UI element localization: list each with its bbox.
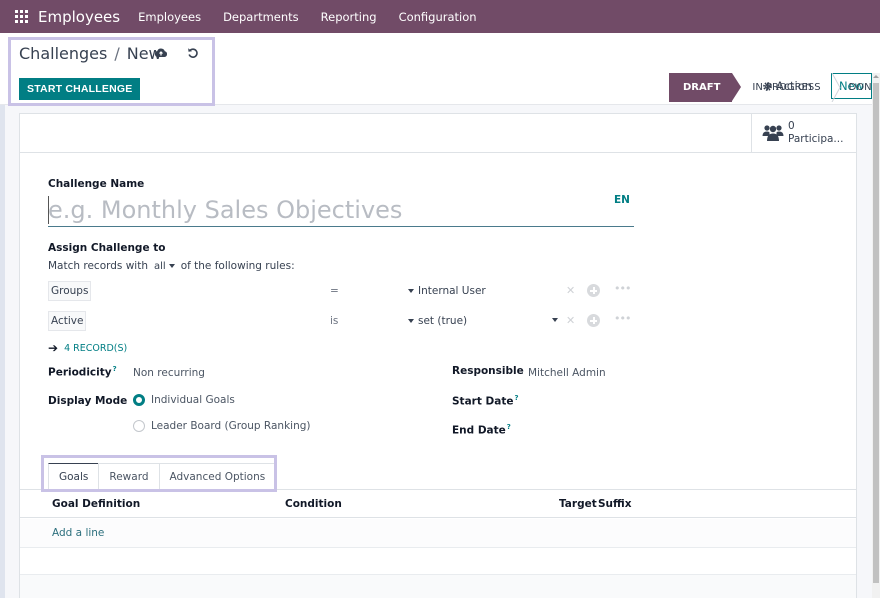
vertical-scrollbar[interactable] [872, 73, 880, 598]
radio-unchecked-icon [133, 420, 145, 432]
column-goal-definition[interactable]: Goal Definition [52, 498, 140, 510]
column-target[interactable]: Target [559, 498, 597, 510]
rule-operator[interactable]: = [330, 285, 339, 297]
rule-value[interactable]: Internal User [408, 285, 486, 297]
challenge-name-input[interactable] [48, 194, 634, 227]
tab-reward[interactable]: Reward [98, 463, 160, 490]
language-button[interactable]: EN [614, 194, 630, 206]
list-row-add: Add a line [20, 519, 856, 548]
caret-down-icon [408, 319, 414, 323]
breadcrumb-challenges[interactable]: Challenges [19, 44, 107, 63]
scrollbar-thumb[interactable] [873, 83, 879, 583]
help-tooltip-icon[interactable]: ? [507, 423, 511, 431]
add-rule-icon[interactable] [587, 284, 600, 297]
page-left-edge [0, 105, 5, 598]
list-row-empty [20, 575, 856, 598]
caret-down-icon [408, 289, 414, 293]
radio-individual-goals[interactable]: Individual Goals [133, 394, 235, 406]
delete-rule-icon[interactable]: ✕ [566, 284, 575, 297]
column-condition[interactable]: Condition [285, 498, 342, 510]
radio-label: Individual Goals [151, 394, 235, 406]
rule-path-field[interactable]: Active [48, 311, 87, 331]
responsible-field[interactable]: Mitchell Admin [528, 367, 606, 379]
records-count-link[interactable]: ➔ 4 RECORD(S) [48, 341, 127, 355]
arrow-right-icon: ➔ [48, 341, 59, 355]
breadcrumb: Challenges / New [19, 44, 162, 63]
end-date-field[interactable] [528, 423, 648, 439]
match-all-select[interactable]: all [154, 261, 175, 272]
start-challenge-button[interactable]: START CHALLENGE [19, 78, 141, 100]
rule-value-text: Internal User [418, 285, 486, 297]
match-prefix: Match records with [48, 260, 149, 272]
responsible-label: Responsible [452, 365, 524, 377]
end-date-label-text: End Date [452, 424, 506, 437]
top-navbar: Employees Employees Departments Reportin… [0, 0, 880, 33]
periodicity-select[interactable]: Non recurring [133, 367, 205, 379]
domain-rule-row: Groups = Internal User ✕ ••• [48, 281, 634, 301]
tab-goals[interactable]: Goals [48, 463, 100, 490]
notebook-tabs: Goals Reward Advanced Options [48, 463, 277, 490]
match-value: all [154, 260, 166, 272]
text-caret [48, 196, 49, 224]
domain-match-line: Match records with all of the following … [48, 260, 295, 272]
start-date-label-text: Start Date [452, 395, 514, 408]
column-suffix[interactable]: Suffix [598, 498, 632, 510]
add-rule-icon[interactable] [587, 314, 600, 327]
challenge-name-label: Challenge Name [48, 178, 145, 190]
match-suffix: of the following rules: [180, 260, 295, 272]
stage-in-progress[interactable]: IN PROGRESS [732, 73, 830, 102]
discard-undo-icon[interactable] [186, 46, 200, 60]
participants-label: Participa... [788, 133, 844, 145]
app-brand[interactable]: Employees [38, 8, 120, 26]
records-count-text: 4 RECORD(S) [64, 342, 128, 354]
domain-rule-row: Active is set (true) ✕ ••• [48, 311, 634, 331]
delete-rule-icon[interactable]: ✕ [566, 314, 575, 327]
display-mode-label: Display Mode [48, 395, 128, 407]
scroll-up-arrow-icon[interactable] [873, 75, 879, 78]
help-tooltip-icon[interactable]: ? [113, 365, 117, 373]
nav-reporting[interactable]: Reporting [321, 10, 377, 24]
participants-count: 0 [788, 120, 795, 132]
radio-leader-board[interactable]: Leader Board (Group Ranking) [133, 420, 311, 432]
nav-departments[interactable]: Departments [223, 10, 299, 24]
start-date-field[interactable] [528, 394, 648, 410]
more-options-icon[interactable]: ••• [614, 282, 631, 295]
rule-value[interactable]: set (true) [408, 315, 467, 327]
value-dropdown-caret-icon[interactable] [552, 318, 558, 322]
stage-draft[interactable]: DRAFT [669, 73, 742, 102]
rule-operator[interactable]: is [330, 315, 338, 327]
more-options-icon[interactable]: ••• [614, 312, 631, 325]
periodicity-label: Periodicity? [48, 365, 117, 379]
assign-challenge-label: Assign Challenge to [48, 242, 166, 254]
caret-down-icon [168, 264, 175, 268]
goals-list-header: Goal Definition Condition Target Suffix [20, 490, 856, 518]
add-line-link[interactable]: Add a line [52, 527, 104, 539]
stage-separator-chevron [831, 73, 841, 102]
rule-path-field[interactable]: Groups [48, 281, 92, 301]
smart-button-box: 0 Participa... [20, 114, 856, 153]
form-sheet: 0 Participa... Challenge Name EN Assign … [19, 113, 857, 598]
periodicity-label-text: Periodicity [48, 366, 112, 379]
breadcrumb-separator: / [114, 44, 120, 63]
rule-value-text: set (true) [418, 315, 468, 327]
start-date-label: Start Date? [452, 394, 519, 408]
list-row-empty [20, 548, 856, 575]
end-date-label: End Date? [452, 423, 511, 437]
tab-advanced-options[interactable]: Advanced Options [158, 463, 277, 490]
status-bar: DRAFT IN PROGRESS DONE [669, 73, 878, 102]
help-tooltip-icon[interactable]: ? [514, 394, 518, 402]
radio-checked-icon [133, 394, 145, 406]
save-cloud-icon[interactable] [154, 46, 168, 60]
nav-employees[interactable]: Employees [138, 10, 201, 24]
apps-menu-icon[interactable] [15, 10, 28, 23]
users-icon [762, 125, 784, 141]
radio-label: Leader Board (Group Ranking) [151, 420, 311, 432]
participants-smart-button[interactable]: 0 Participa... [751, 114, 856, 152]
nav-configuration[interactable]: Configuration [399, 10, 477, 24]
